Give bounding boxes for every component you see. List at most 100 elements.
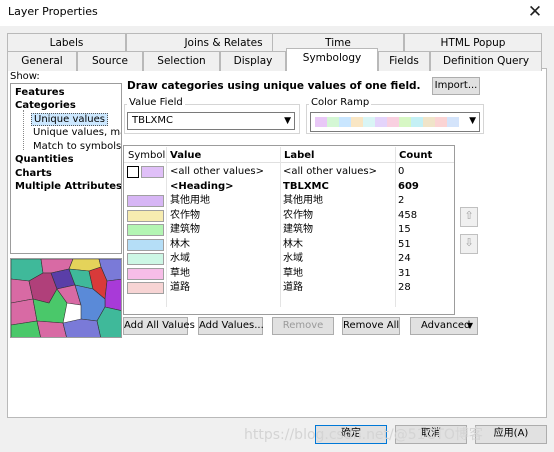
color-ramp-swatch bbox=[447, 117, 459, 127]
cell-label: 水域 bbox=[283, 253, 303, 264]
tree-item-multiple-attributes[interactable]: Multiple Attributes bbox=[15, 181, 121, 192]
cell-label: TBLXMC bbox=[283, 180, 329, 192]
table-row[interactable]: <all other values> <all other values> 0 bbox=[124, 165, 454, 179]
color-ramp-swatch bbox=[351, 117, 363, 127]
tab-display[interactable]: Display bbox=[220, 51, 286, 71]
cell-value: <Heading> bbox=[170, 180, 234, 192]
tree-item-features[interactable]: Features bbox=[15, 87, 65, 98]
color-ramp-swatch bbox=[423, 117, 435, 127]
symbol-swatch[interactable] bbox=[127, 209, 164, 222]
cell-label: 草地 bbox=[283, 267, 303, 279]
tab-html-popup[interactable]: HTML Popup bbox=[404, 33, 542, 53]
tree-item-match-to-symbols[interactable]: Match to symbols in a bbox=[33, 141, 121, 152]
tab-symbology[interactable]: Symbology bbox=[286, 48, 378, 71]
cell-value: 水域 bbox=[170, 253, 190, 264]
preview-map-image bbox=[10, 258, 122, 338]
show-label: Show: bbox=[10, 71, 40, 82]
apply-button[interactable]: 应用(A) bbox=[475, 425, 547, 444]
cell-count: 609 bbox=[398, 180, 419, 192]
tab-general[interactable]: General bbox=[7, 51, 77, 71]
cell-count: 2 bbox=[398, 195, 405, 206]
tab-fields[interactable]: Fields bbox=[378, 51, 430, 71]
table-row[interactable]: 水域 水域 24 bbox=[124, 252, 454, 266]
color-ramp-swatch bbox=[363, 117, 375, 127]
cell-label: 农作物 bbox=[283, 209, 313, 221]
value-field-value: TBLXMC bbox=[132, 115, 174, 126]
symbol-swatch[interactable] bbox=[127, 267, 164, 280]
tree-item-charts[interactable]: Charts bbox=[15, 168, 52, 179]
chevron-down-icon: ▼ bbox=[469, 116, 476, 126]
remove-all-button[interactable]: Remove All bbox=[342, 317, 400, 335]
color-ramp-swatch bbox=[435, 117, 447, 127]
table-row[interactable]: 建筑物 建筑物 15 bbox=[124, 223, 454, 237]
symbol-swatch[interactable] bbox=[127, 238, 164, 251]
cell-label: <all other values> bbox=[283, 166, 377, 177]
color-ramp-swatch bbox=[375, 117, 387, 127]
tab-labels[interactable]: Labels bbox=[7, 33, 126, 53]
symbol-swatch[interactable] bbox=[127, 253, 164, 265]
cell-label: 林木 bbox=[283, 238, 303, 250]
add-all-values-button[interactable]: Add All Values bbox=[123, 317, 195, 335]
table-row[interactable]: 道路 道路 28 bbox=[124, 281, 454, 295]
advanced-label: Advanced bbox=[421, 320, 471, 331]
symbol-swatch[interactable] bbox=[127, 195, 164, 207]
value-field-label: Value Field bbox=[127, 97, 185, 108]
cell-value: 建筑物 bbox=[170, 224, 200, 235]
header-divider bbox=[124, 162, 454, 163]
cell-count: 51 bbox=[398, 238, 411, 250]
import-button[interactable]: Import... bbox=[432, 77, 480, 95]
tab-source[interactable]: Source bbox=[77, 51, 143, 71]
advanced-button[interactable]: Advanced ▼ bbox=[410, 317, 478, 335]
table-row[interactable]: 林木 林木 51 bbox=[124, 238, 454, 252]
chevron-down-icon: ▼ bbox=[466, 321, 473, 330]
color-ramp-swatches bbox=[315, 117, 459, 127]
cell-label: 建筑物 bbox=[283, 224, 313, 235]
color-ramp-swatch bbox=[339, 117, 351, 127]
table-row[interactable]: 其他用地 其他用地 2 bbox=[124, 194, 454, 208]
tree-item-quantities[interactable]: Quantities bbox=[15, 154, 74, 165]
tab-definition-query[interactable]: Definition Query bbox=[430, 51, 542, 71]
col-header-symbol[interactable]: Symbol bbox=[128, 150, 165, 161]
visibility-checkbox[interactable] bbox=[127, 166, 139, 178]
cell-value: 道路 bbox=[170, 282, 190, 293]
cell-count: 28 bbox=[398, 282, 411, 293]
table-row[interactable]: 农作物 农作物 458 bbox=[124, 209, 454, 223]
show-tree[interactable]: Features Categories Unique values Unique… bbox=[10, 83, 122, 254]
tree-item-unique-values-many[interactable]: Unique values, many bbox=[33, 127, 121, 138]
chevron-down-icon: ▼ bbox=[284, 116, 291, 126]
cell-value: <all other values> bbox=[170, 166, 264, 177]
symbol-swatch[interactable] bbox=[141, 166, 164, 178]
table-row[interactable]: 草地 草地 31 bbox=[124, 267, 454, 281]
tree-item-unique-values[interactable]: Unique values bbox=[31, 113, 108, 126]
cell-count: 31 bbox=[398, 267, 411, 279]
window-title: Layer Properties bbox=[8, 5, 98, 18]
color-ramp-swatch bbox=[327, 117, 339, 127]
color-ramp-swatch bbox=[411, 117, 423, 127]
cell-label: 道路 bbox=[283, 282, 303, 293]
color-ramp-swatch bbox=[387, 117, 399, 127]
table-row[interactable]: <Heading> TBLXMC 609 bbox=[124, 180, 454, 194]
symbol-swatch[interactable] bbox=[127, 224, 164, 236]
close-button[interactable]: ✕ bbox=[516, 0, 554, 26]
symbology-heading: Draw categories using unique values of o… bbox=[127, 80, 421, 92]
color-ramp-swatch bbox=[399, 117, 411, 127]
add-values-button[interactable]: Add Values... bbox=[198, 317, 264, 335]
move-down-button[interactable]: ⇩ bbox=[460, 234, 478, 254]
value-field-select[interactable]: TBLXMC ▼ bbox=[127, 112, 295, 130]
cell-value: 其他用地 bbox=[170, 195, 210, 206]
color-ramp-label: Color Ramp bbox=[309, 97, 372, 108]
move-up-button[interactable]: ⇧ bbox=[460, 207, 478, 227]
color-ramp-select[interactable]: ▼ bbox=[310, 112, 480, 132]
cell-value: 林木 bbox=[170, 238, 190, 250]
tab-selection[interactable]: Selection bbox=[143, 51, 220, 71]
watermark-text: https://blog.csdn.net/@51CTO博客 bbox=[244, 427, 483, 443]
cell-count: 15 bbox=[398, 224, 411, 235]
col-header-label[interactable]: Label bbox=[284, 150, 315, 161]
cell-count: 0 bbox=[398, 166, 405, 177]
col-header-value[interactable]: Value bbox=[170, 150, 201, 161]
symbol-swatch[interactable] bbox=[127, 282, 164, 294]
remove-button[interactable]: Remove bbox=[272, 317, 334, 335]
tree-item-categories[interactable]: Categories bbox=[15, 100, 76, 111]
col-header-count[interactable]: Count bbox=[399, 150, 432, 161]
cell-value: 草地 bbox=[170, 267, 190, 279]
